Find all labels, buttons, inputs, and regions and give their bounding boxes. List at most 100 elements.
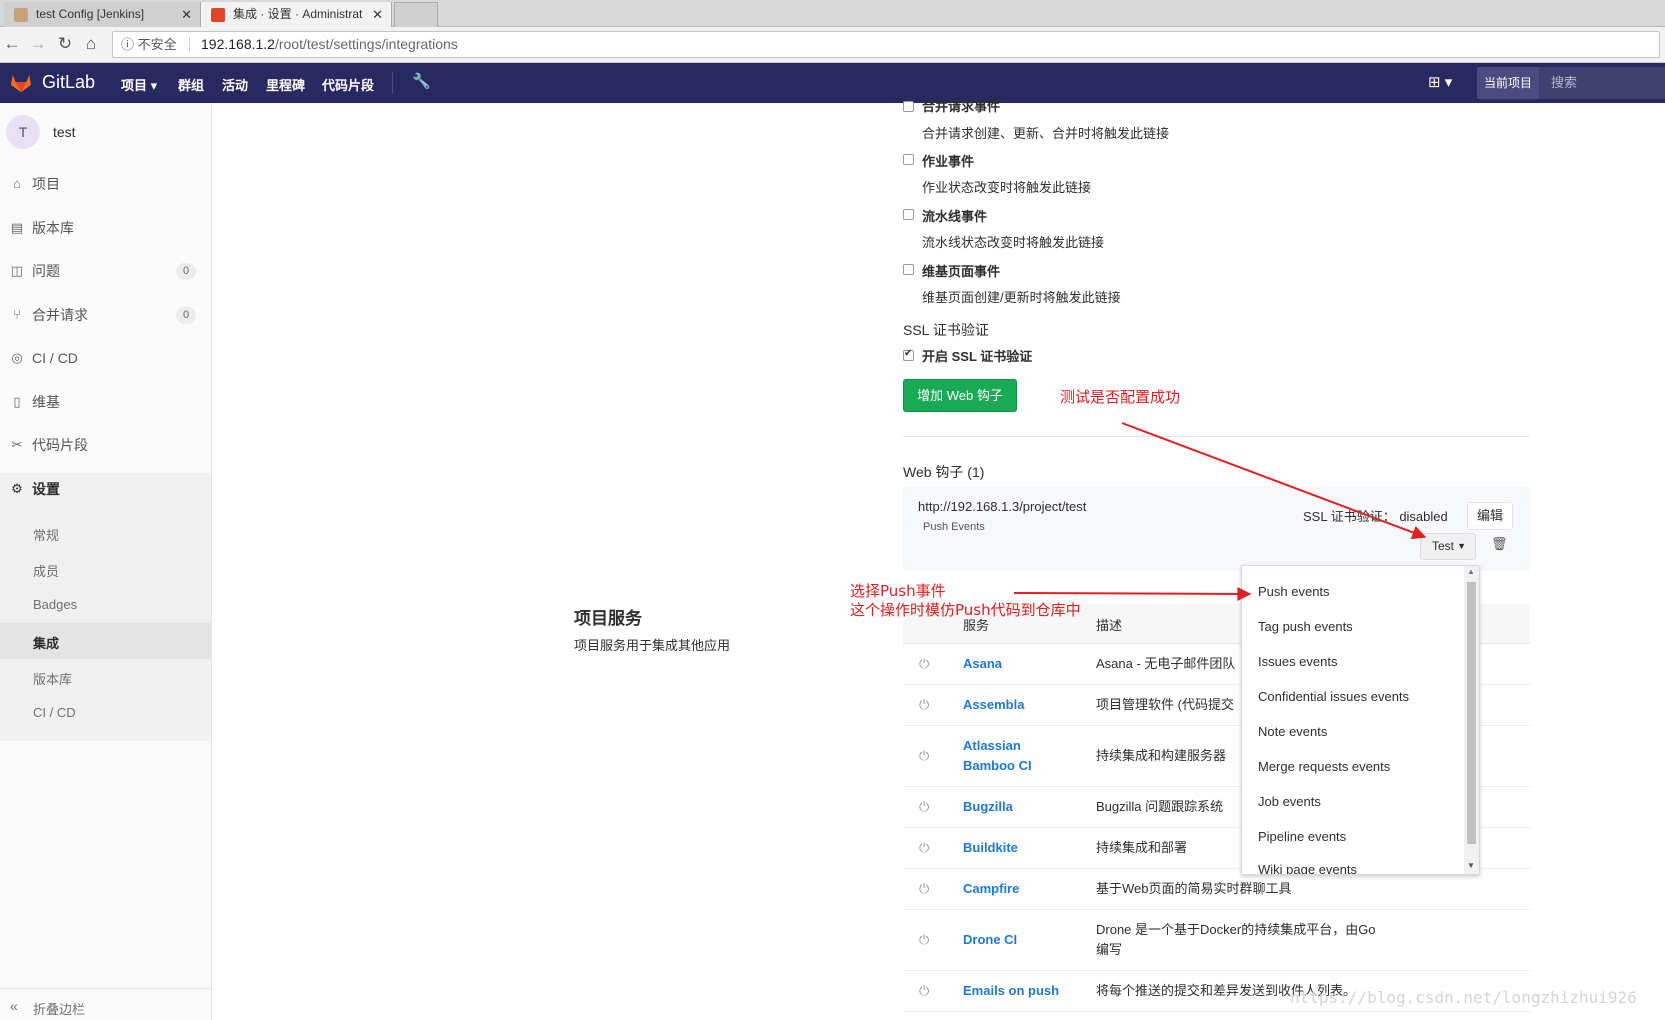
- search-input[interactable]: 搜索: [1539, 67, 1665, 99]
- sidebar-subitem-members[interactable]: 成员: [33, 561, 59, 580]
- annotation-push-line1: 选择Push事件: [850, 582, 946, 600]
- job-events-checkbox[interactable]: [903, 154, 914, 165]
- power-icon: ⏻: [919, 983, 930, 998]
- test-button-label: Test: [1432, 539, 1455, 553]
- new-plus-icon[interactable]: ⊞ ▾: [1428, 73, 1452, 91]
- nav-projects[interactable]: 项目 ▾: [121, 75, 157, 94]
- dropdown-item-job-events[interactable]: Job events: [1258, 794, 1321, 809]
- power-icon: ⏻: [919, 697, 930, 712]
- sidebar-item-ci-cd[interactable]: ◎ CI / CD: [0, 343, 212, 373]
- power-icon: ⏻: [919, 656, 930, 671]
- edit-webhook-button[interactable]: 编辑: [1467, 502, 1513, 530]
- dropdown-item-note-events[interactable]: Note events: [1258, 724, 1327, 739]
- sidebar-item-issues[interactable]: ◫ 问题 0: [0, 256, 212, 286]
- dropdown-item-pipeline-events[interactable]: Pipeline events: [1258, 829, 1346, 844]
- issues-icon: ◫: [10, 263, 24, 278]
- tab-close-icon[interactable]: ✕: [372, 2, 383, 27]
- double-chevron-left-icon: «: [10, 998, 18, 1014]
- delete-webhook-icon[interactable]: 🗑: [1491, 536, 1508, 552]
- url-input[interactable]: ⓘ 不安全 192.168.1.2/root/test/settings/int…: [112, 31, 1660, 58]
- avatar[interactable]: T: [6, 115, 40, 149]
- gitlab-header: GitLab 项目 ▾ 群组 活动 里程碑 代码片段 🔧 ⊞ ▾ 当前项目 搜索: [0, 63, 1665, 103]
- sidebar-item-label: 版本库: [32, 220, 74, 236]
- table-row[interactable]: ⏻ Campfire 基于Web页面的简易实时群聊工具: [903, 869, 1530, 910]
- dropdown-item-merge-requests-events[interactable]: Merge requests events: [1258, 759, 1390, 774]
- dropdown-item-tag-push-events[interactable]: Tag push events: [1258, 619, 1353, 634]
- nav-activity[interactable]: 活动: [222, 75, 248, 94]
- sidebar-item-repository[interactable]: ▤ 版本库: [0, 213, 212, 243]
- dropdown-item-confidential-issues-events[interactable]: Confidential issues events: [1258, 689, 1409, 704]
- search-scope-button[interactable]: 当前项目: [1477, 67, 1539, 99]
- dropdown-item-issues-events[interactable]: Issues events: [1258, 654, 1338, 669]
- service-name[interactable]: Campfire: [963, 879, 1073, 899]
- sidebar-subitem-ci-cd[interactable]: CI / CD: [33, 705, 76, 720]
- scroll-up-icon[interactable]: ▲: [1467, 567, 1475, 576]
- back-icon[interactable]: ←: [2, 34, 22, 54]
- brand-name[interactable]: GitLab: [42, 72, 95, 93]
- service-name[interactable]: Assembla: [963, 695, 1073, 715]
- pipeline-events-checkbox[interactable]: [903, 209, 914, 220]
- sidebar-subitem-integrations[interactable]: 集成: [33, 633, 59, 652]
- event-title: 维基页面事件: [922, 264, 1001, 279]
- service-name[interactable]: Buildkite: [963, 838, 1073, 858]
- doc-icon: ▤: [10, 220, 24, 235]
- reload-icon[interactable]: ↻: [55, 34, 75, 54]
- scroll-down-icon[interactable]: ▼: [1467, 861, 1475, 870]
- test-webhook-button[interactable]: Test ▼: [1420, 533, 1476, 560]
- table-row[interactable]: ⏻ Drone CI Drone 是一个基于Docker的持续集成平台，由Go编…: [903, 910, 1530, 971]
- project-name[interactable]: test: [53, 124, 76, 140]
- merge-request-events-checkbox[interactable]: [903, 101, 914, 112]
- service-name[interactable]: Asana: [963, 654, 1073, 674]
- watermark: https://blog.csdn.net/longzhizhui926: [1290, 988, 1637, 1007]
- merge-icon: ⑂: [13, 307, 21, 322]
- sidebar-item-wiki[interactable]: ▯ 维基: [0, 387, 212, 417]
- sidebar-subitem-general[interactable]: 常规: [33, 525, 59, 544]
- forward-icon[interactable]: →: [28, 34, 48, 54]
- security-info[interactable]: ⓘ 不安全: [121, 32, 177, 57]
- browser-tab-jenkins[interactable]: test Config [Jenkins] ✕: [4, 2, 200, 27]
- event-title: 流水线事件: [922, 209, 988, 224]
- ssl-verify-checkbox[interactable]: [903, 348, 914, 361]
- divider: [903, 436, 1530, 437]
- scissors-icon: ✂: [11, 437, 23, 452]
- power-icon: ⏻: [919, 748, 930, 763]
- home-icon[interactable]: ⌂: [81, 34, 101, 54]
- new-tab-button[interactable]: [394, 2, 438, 27]
- gitlab-logo-icon[interactable]: [10, 73, 32, 93]
- col-desc: 描述: [1096, 618, 1123, 633]
- sidebar-item-merge-requests[interactable]: ⑂ 合并请求 0: [0, 300, 212, 330]
- scrollbar-thumb[interactable]: [1467, 582, 1476, 844]
- tab-title: 集成 · 设置 · Administrat: [233, 7, 363, 21]
- nav-groups[interactable]: 群组: [178, 75, 204, 94]
- add-webhook-button[interactable]: 增加 Web 钩子: [903, 379, 1017, 412]
- sidebar-item-label: 问题: [32, 263, 60, 279]
- webhook-events: Push Events: [923, 521, 985, 533]
- nav-snippets[interactable]: 代码片段: [322, 75, 374, 94]
- test-events-dropdown[interactable]: Push events Tag push events Issues event…: [1241, 565, 1480, 875]
- settings-section: [0, 473, 211, 741]
- nav-milestones[interactable]: 里程碑: [266, 75, 305, 94]
- admin-wrench-icon[interactable]: 🔧: [412, 72, 431, 90]
- sidebar-item-snippets[interactable]: ✂ 代码片段: [0, 430, 212, 460]
- dropdown-scrollbar[interactable]: ▲ ▼: [1464, 566, 1479, 874]
- tab-title: test Config [Jenkins]: [36, 7, 145, 21]
- sidebar-subitem-badges[interactable]: Badges: [33, 597, 77, 612]
- sidebar-item-label: 项目: [32, 176, 60, 192]
- browser-tab-gitlab[interactable]: 集成 · 设置 · Administrat ✕: [200, 2, 392, 27]
- collapse-sidebar-button[interactable]: « 折叠边栏: [0, 988, 211, 1020]
- wiki-page-events-checkbox[interactable]: [903, 264, 914, 275]
- address-bar: ← → ↻ ⌂ ⓘ 不安全 192.168.1.2/root/test/sett…: [0, 27, 1665, 63]
- service-name[interactable]: Emails on push: [963, 981, 1093, 1001]
- webhooks-title: Web 钩子 (1): [903, 464, 985, 480]
- tab-close-icon[interactable]: ✕: [181, 2, 192, 27]
- dropdown-item-wiki-page-events[interactable]: Wiki page events: [1258, 862, 1357, 874]
- event-desc: 合并请求创建、更新、合并时将触发此链接: [922, 126, 1170, 141]
- sidebar-subitem-repository[interactable]: 版本库: [33, 669, 72, 688]
- sidebar-item-settings[interactable]: ⚙ 设置: [0, 474, 212, 504]
- service-name[interactable]: Atlassian Bamboo CI: [963, 736, 1053, 776]
- webhook-ssl-status: SSL 证书验证： disabled: [1303, 509, 1448, 524]
- service-name[interactable]: Bugzilla: [963, 797, 1073, 817]
- service-name[interactable]: Drone CI: [963, 930, 1073, 950]
- sidebar-item-project[interactable]: ⌂ 项目: [0, 169, 212, 199]
- dropdown-item-push-events[interactable]: Push events: [1258, 584, 1330, 599]
